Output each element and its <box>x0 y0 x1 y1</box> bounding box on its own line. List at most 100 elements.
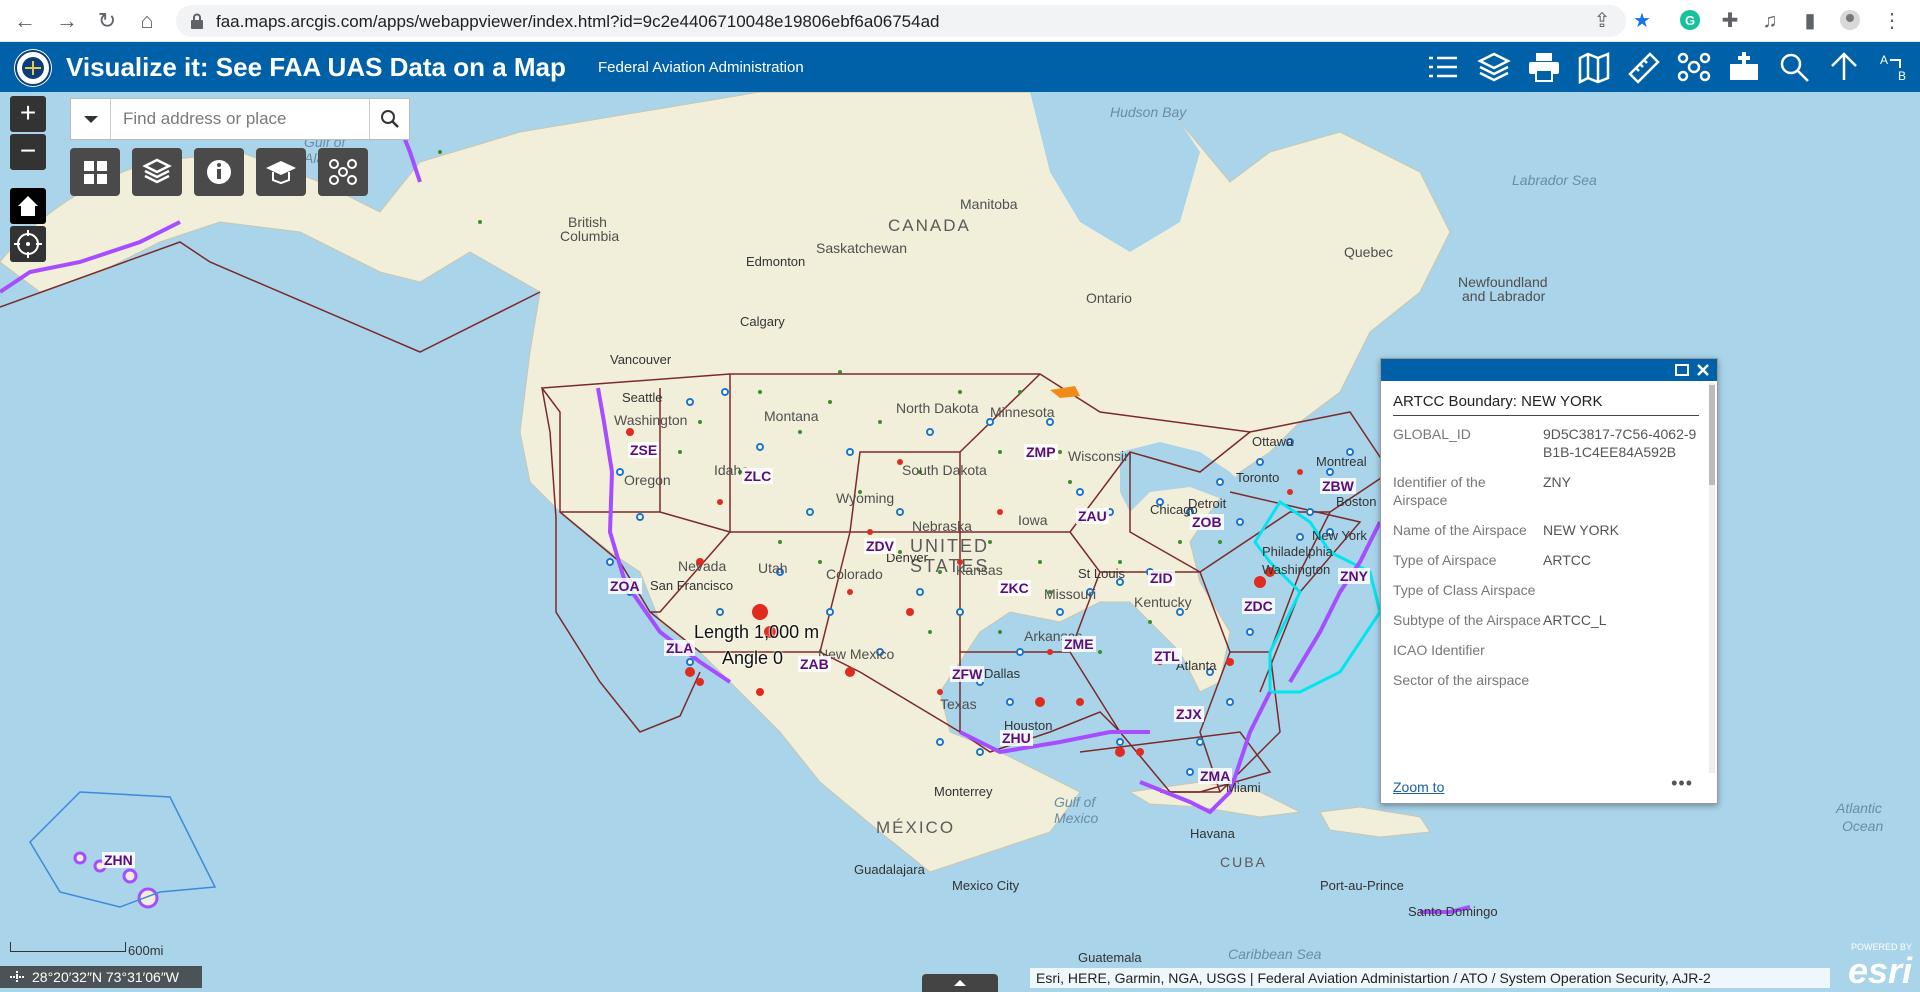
artcc-label-zhn[interactable]: ZHN <box>102 852 135 868</box>
more-actions-button[interactable]: ••• <box>1671 773 1693 794</box>
zoom-to-link[interactable]: Zoom to <box>1393 779 1444 795</box>
label-boston: Boston <box>1336 494 1377 509</box>
home-icon[interactable]: ⌂ <box>134 8 160 34</box>
label-saskatchewan: Saskatchewan <box>816 240 908 256</box>
coordinate-text: 28°20′32″N 73°31′06″W <box>32 969 180 985</box>
scale-bar <box>10 942 126 952</box>
popup-scrollbar-thumb[interactable] <box>1709 385 1715 485</box>
artcc-label-zob[interactable]: ZOB <box>1190 514 1224 530</box>
label-hudson-bay: Hudson Bay <box>1110 104 1187 120</box>
artcc-label-zmp[interactable]: ZMP <box>1024 444 1058 460</box>
artcc-label-zme[interactable]: ZME <box>1062 636 1096 652</box>
back-icon[interactable]: ← <box>12 8 38 34</box>
grammarly-icon[interactable]: G <box>1678 9 1702 33</box>
label-seattle: Seattle <box>622 390 663 405</box>
attr-row: Name of the Airspace NEW YORK <box>1393 521 1699 539</box>
popup-divider <box>1393 415 1699 416</box>
zoom-out-button[interactable]: − <box>10 134 46 170</box>
education-button[interactable] <box>256 148 306 196</box>
side-panel-icon[interactable]: ▮ <box>1798 9 1822 33</box>
map-attribution: Esri, HERE, Garmin, NGA, USGS | Federal … <box>1030 968 1830 988</box>
artcc-label-zoa[interactable]: ZOA <box>608 578 642 594</box>
artcc-label-zlc[interactable]: ZLC <box>742 468 774 484</box>
label-monterrey: Monterrey <box>934 784 993 799</box>
artcc-label-zny[interactable]: ZNY <box>1338 568 1370 584</box>
label-mexico-city: Mexico City <box>952 878 1020 893</box>
artcc-label-zfw[interactable]: ZFW <box>950 666 985 682</box>
artcc-label-zkc[interactable]: ZKC <box>998 580 1031 596</box>
legend-list-icon[interactable] <box>1425 50 1461 84</box>
layer-list-button[interactable] <box>132 148 182 196</box>
label-havana: Havana <box>1190 826 1235 841</box>
address-bar[interactable]: faa.maps.arcgis.com/apps/webappviewer/in… <box>176 5 1626 37</box>
bookmark-star-icon[interactable]: ★ <box>1630 9 1654 33</box>
search-input[interactable] <box>113 99 369 139</box>
media-control-icon[interactable]: ♫ <box>1758 9 1782 33</box>
home-extent-button[interactable] <box>10 188 46 224</box>
label-ontario: Ontario <box>1086 290 1132 306</box>
artcc-label-zjx[interactable]: ZJX <box>1174 706 1204 722</box>
artcc-label-zid[interactable]: ZID <box>1148 570 1175 586</box>
bottom-panel-toggle[interactable] <box>922 974 998 992</box>
artcc-label-ztl[interactable]: ZTL <box>1152 648 1182 664</box>
search-button[interactable] <box>369 99 409 139</box>
drone-widget-button[interactable] <box>318 148 368 196</box>
map-view[interactable]: CANADA UNITED STATES MÉXICO CUBA Hudson … <box>0 92 1920 992</box>
attr-name: Identifier of the Airspace <box>1393 474 1486 508</box>
artcc-label-zse[interactable]: ZSE <box>628 442 660 458</box>
attr-value <box>1543 641 1699 659</box>
label-san-francisco: San Francisco <box>650 578 734 593</box>
search-source-dropdown[interactable] <box>71 99 111 139</box>
coordinate-toggle-icon[interactable] <box>10 971 24 983</box>
label-wyoming: Wyoming <box>836 490 895 506</box>
basemap-gallery-button[interactable] <box>70 148 120 196</box>
maximize-icon[interactable] <box>1675 363 1689 377</box>
artcc-label-zla[interactable]: ZLA <box>664 640 696 656</box>
artcc-label-zbw[interactable]: ZBW <box>1320 478 1356 494</box>
measure-ruler-icon[interactable] <box>1626 50 1662 84</box>
chevron-down-icon <box>84 116 98 123</box>
query-search-icon[interactable] <box>1776 50 1812 84</box>
artcc-label-zma[interactable]: ZMA <box>1198 768 1233 784</box>
add-data-icon[interactable] <box>1726 50 1762 84</box>
label-washington-state: Washington <box>614 412 688 428</box>
close-icon[interactable] <box>1695 362 1711 378</box>
popup-title: ARTCC Boundary: NEW YORK <box>1393 393 1603 410</box>
attr-row: Sector of the airspace <box>1393 671 1699 689</box>
zoom-in-button[interactable]: + <box>10 96 46 132</box>
menu-kebab-icon[interactable]: ⋮ <box>1880 9 1904 33</box>
about-button[interactable] <box>194 148 244 196</box>
label-manitoba: Manitoba <box>960 196 1018 212</box>
artcc-label-zhu[interactable]: ZHU <box>1000 730 1033 746</box>
label-detroit: Detroit <box>1188 496 1227 511</box>
drone-icon[interactable] <box>1676 50 1712 84</box>
label-gulf-of: Gulf of <box>1054 794 1096 810</box>
forward-icon[interactable]: → <box>54 8 80 34</box>
my-location-button[interactable] <box>10 226 46 262</box>
attr-value <box>1543 581 1699 599</box>
artcc-label-zab[interactable]: ZAB <box>798 656 831 672</box>
chevron-up-icon <box>954 980 966 986</box>
attr-name: Sector of the airspace <box>1393 672 1530 688</box>
esri-logo[interactable]: POWERED BY esri <box>1836 940 1916 991</box>
label-wisconsin: Wisconsin <box>1068 448 1132 464</box>
map-bookmark-icon[interactable] <box>1576 50 1612 84</box>
lock-icon <box>191 13 203 29</box>
share-network-icon[interactable] <box>1826 50 1862 84</box>
extensions-puzzle-icon[interactable]: ✚ <box>1718 9 1742 33</box>
profile-avatar-icon[interactable] <box>1838 9 1862 33</box>
artcc-label-zdv[interactable]: ZDV <box>864 538 896 554</box>
reload-icon[interactable]: ↻ <box>94 8 120 34</box>
print-icon[interactable] <box>1526 50 1562 84</box>
directions-icon[interactable]: AB <box>1876 50 1912 84</box>
label-minnesota: Minnesota <box>990 404 1055 420</box>
artcc-label-zau[interactable]: ZAU <box>1076 508 1109 524</box>
artcc-label-zdc[interactable]: ZDC <box>1242 598 1275 614</box>
label-philadelphia: Philadelphia <box>1262 544 1333 559</box>
popup-attributes: GLOBAL_ID 9D5C3817-7C56-4062-9B1B-1C4EE84… <box>1393 425 1699 770</box>
layers-icon[interactable] <box>1476 50 1512 84</box>
crosshair-icon <box>14 230 42 258</box>
share-icon[interactable]: ⇪ <box>1590 9 1614 33</box>
home-icon <box>18 196 38 216</box>
label-edmonton: Edmonton <box>746 254 806 269</box>
